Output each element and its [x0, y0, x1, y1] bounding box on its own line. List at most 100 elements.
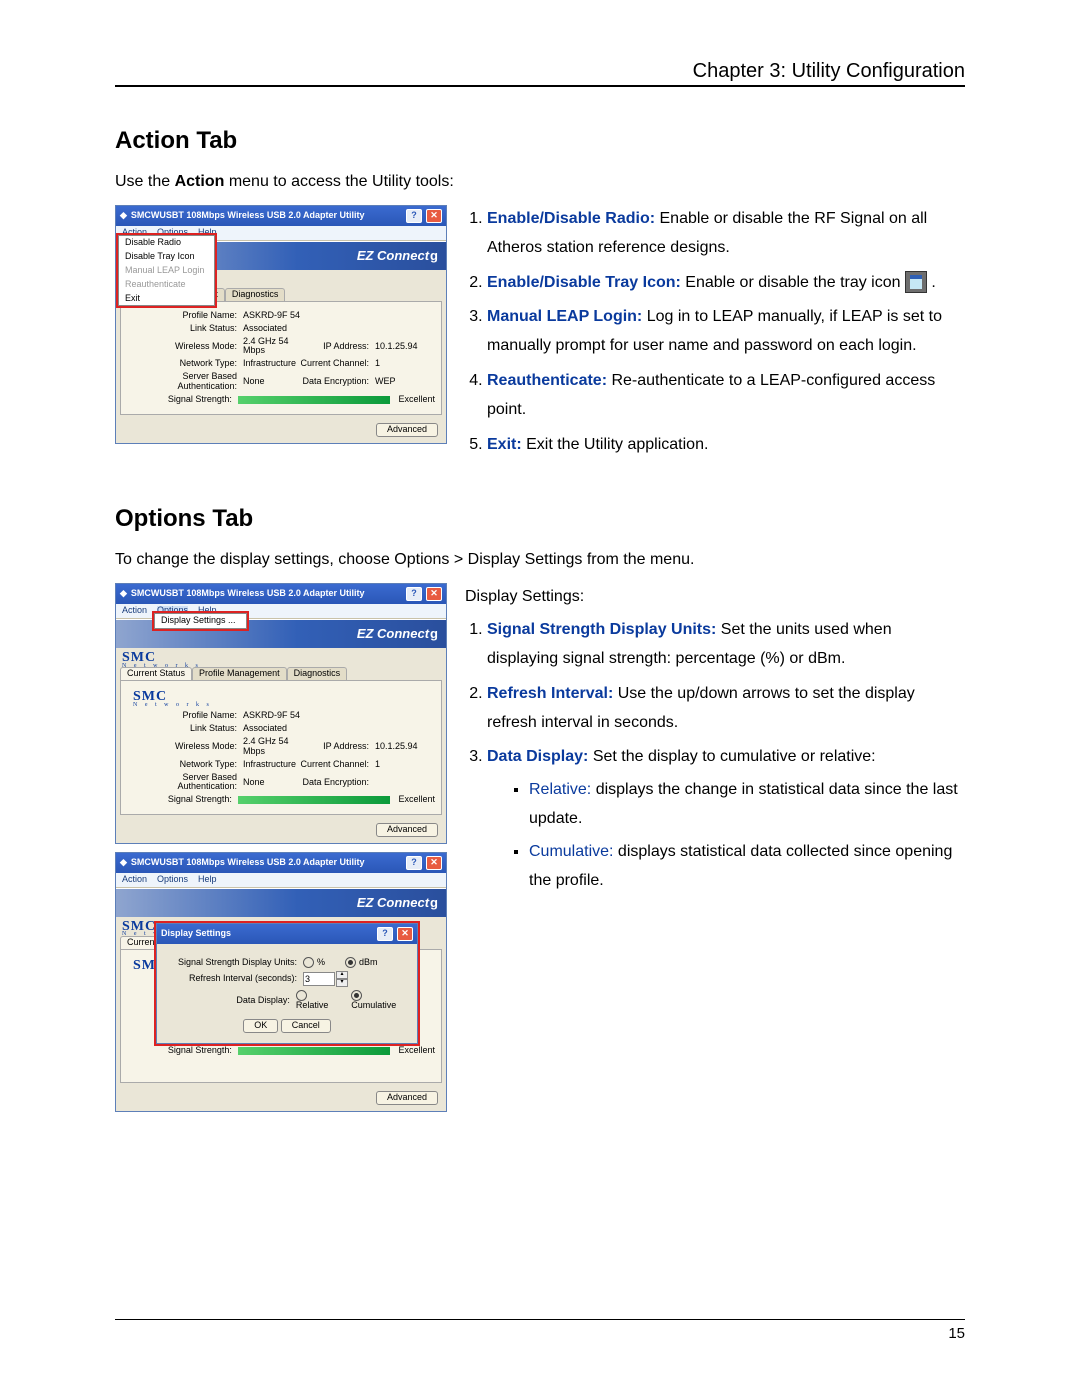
menu-options[interactable]: Options	[157, 875, 188, 885]
list-item: Data Display: Set the display to cumulat…	[487, 743, 965, 895]
menu-help[interactable]: Help	[198, 875, 217, 885]
app-icon: ◆	[120, 858, 127, 868]
sublist-item: Relative: displays the change in statist…	[529, 776, 965, 834]
t: Use the	[115, 173, 175, 190]
tab-profile[interactable]: Profile Management	[192, 667, 287, 680]
label: Signal Strength:	[127, 795, 238, 805]
menu-item-disable-radio[interactable]: Disable Radio	[119, 236, 214, 250]
t: Reauthenticate:	[487, 372, 607, 389]
label: Wireless Mode:	[127, 342, 243, 352]
list-item: Signal Strength Display Units: Set the u…	[487, 616, 965, 674]
t: Manual LEAP Login:	[487, 308, 642, 325]
menu-item-reauth[interactable]: Reauthenticate	[119, 278, 214, 292]
t: Exit:	[487, 436, 522, 453]
radio-cumulative[interactable]: Cumulative	[351, 990, 407, 1011]
radio-relative[interactable]: Relative	[296, 990, 340, 1011]
advanced-button[interactable]: Advanced	[376, 823, 438, 837]
menu-item-disable-tray[interactable]: Disable Tray Icon	[119, 250, 214, 264]
cancel-button[interactable]: Cancel	[281, 1019, 331, 1033]
close-button[interactable]: ✕	[426, 587, 442, 601]
spin-up-icon[interactable]: ▴	[336, 971, 348, 979]
t: EZ Connect	[357, 896, 429, 910]
t: Action	[175, 173, 225, 190]
t: %	[317, 957, 325, 967]
label: Profile Name:	[127, 311, 243, 321]
action-description: Enable/Disable Radio: Enable or disable …	[465, 205, 965, 465]
page-header: Chapter 3: Utility Configuration	[115, 60, 965, 87]
t: Relative	[296, 1000, 329, 1010]
options-description: Display Settings: Signal Strength Displa…	[465, 583, 965, 901]
label: Network Type:	[127, 359, 243, 369]
t: g	[430, 896, 438, 910]
spin-down-icon[interactable]: ▾	[336, 979, 348, 987]
t: Enable/Disable Tray Icon:	[487, 274, 681, 291]
t: Cumulative:	[529, 843, 613, 860]
tab-diagnostics[interactable]: Diagnostics	[225, 288, 286, 301]
advanced-button[interactable]: Advanced	[376, 1091, 438, 1105]
menu-item-display-settings[interactable]: Display Settings ...	[155, 614, 246, 628]
t: g	[430, 627, 438, 641]
tab-current-status[interactable]: Current Status	[120, 667, 192, 680]
refresh-input[interactable]	[303, 972, 335, 986]
help-button[interactable]: ?	[406, 587, 422, 601]
advanced-button[interactable]: Advanced	[376, 423, 438, 437]
value: 1	[375, 359, 435, 369]
options-screenshot-dialog: ◆SMCWUSBT 108Mbps Wireless USB 2.0 Adapt…	[115, 852, 447, 1112]
display-settings-lead: Display Settings:	[465, 583, 965, 612]
label: IP Address:	[299, 342, 375, 352]
dialog-title: Display Settings	[161, 929, 231, 939]
label: Data Display:	[167, 996, 296, 1006]
value: 1	[375, 760, 435, 770]
label: Signal Strength:	[127, 395, 238, 405]
tab-diagnostics[interactable]: Diagnostics	[287, 667, 348, 680]
label: Network Type:	[127, 760, 243, 770]
value: Excellent	[398, 395, 435, 405]
value: ASKRD-9F 54	[243, 711, 435, 721]
display-settings-dialog: Display Settings ? ✕ Signal Strength Dis…	[156, 923, 418, 1044]
menu-item-leap[interactable]: Manual LEAP Login	[119, 264, 214, 278]
value: None	[243, 778, 299, 788]
options-dropdown: Display Settings ...	[154, 613, 247, 629]
label: Refresh Interval (seconds):	[167, 974, 303, 984]
close-button[interactable]: ✕	[426, 209, 442, 223]
list-item: Exit: Exit the Utility application.	[487, 431, 965, 460]
dialog-close-button[interactable]: ✕	[397, 927, 413, 941]
t: Refresh Interval:	[487, 685, 613, 702]
app-icon: ◆	[120, 211, 127, 221]
label: Signal Strength Display Units:	[167, 958, 303, 968]
list-item: Refresh Interval: Use the up/down arrows…	[487, 680, 965, 738]
t: EZ Connect	[357, 627, 429, 641]
app-icon: ◆	[120, 589, 127, 599]
t: displays the change in statistical data …	[529, 781, 958, 827]
help-button[interactable]: ?	[406, 209, 422, 223]
dialog-help-button[interactable]: ?	[377, 927, 393, 941]
value: 2.4 GHz 54 Mbps	[243, 337, 299, 357]
value: 10.1.25.94	[375, 342, 435, 352]
close-button[interactable]: ✕	[426, 856, 442, 870]
sublist-item: Cumulative: displays statistical data co…	[529, 838, 965, 896]
refresh-spinner[interactable]: ▴▾	[303, 971, 348, 987]
value: 2.4 GHz 54 Mbps	[243, 737, 299, 757]
tray-icon	[905, 271, 927, 293]
signal-bar	[238, 796, 391, 804]
t: Exit the Utility application.	[522, 436, 709, 453]
value: Infrastructure	[243, 760, 299, 770]
radio-dbm[interactable]: dBm	[345, 957, 378, 968]
label: Data Encryption:	[299, 778, 375, 788]
radio-percent[interactable]: %	[303, 957, 325, 968]
label: Server Based Authentication:	[127, 372, 243, 392]
window-title: SMCWUSBT 108Mbps Wireless USB 2.0 Adapte…	[131, 211, 365, 221]
menu-action[interactable]: Action	[122, 606, 147, 616]
help-button[interactable]: ?	[406, 856, 422, 870]
window-titlebar: ◆ SMCWUSBT 108Mbps Wireless USB 2.0 Adap…	[116, 206, 446, 226]
t: Set the display to cumulative or relativ…	[588, 748, 875, 765]
t: Cumulative	[351, 1000, 396, 1010]
menu-item-exit[interactable]: Exit	[119, 292, 214, 306]
label: Wireless Mode:	[127, 742, 243, 752]
value: Excellent	[398, 795, 435, 805]
menu-action[interactable]: Action	[122, 875, 147, 885]
options-screenshot-menu: ◆SMCWUSBT 108Mbps Wireless USB 2.0 Adapt…	[115, 583, 447, 844]
label: Link Status:	[127, 324, 243, 334]
value: WEP	[375, 377, 435, 387]
ok-button[interactable]: OK	[243, 1019, 278, 1033]
